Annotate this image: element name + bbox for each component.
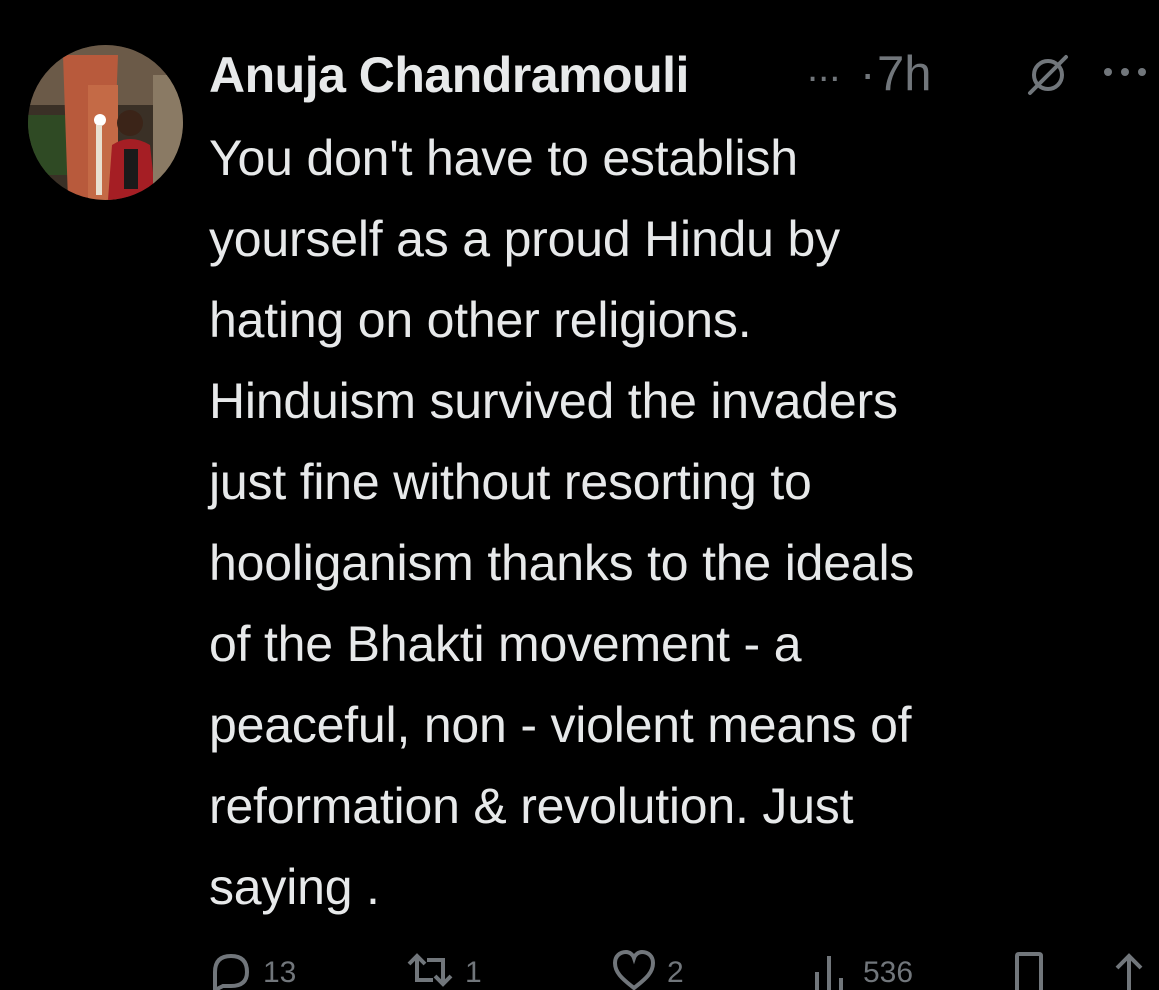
name-truncation: ... <box>807 46 841 90</box>
like-icon <box>612 950 656 990</box>
more-icon[interactable] <box>1101 54 1149 90</box>
tweet-actions: 13 1 2 536 <box>209 950 1149 990</box>
repost-count: 1 <box>465 956 482 989</box>
reply-button[interactable]: 13 <box>209 950 296 990</box>
tweet-text-line: yourself as a proud Hindu by <box>209 211 840 267</box>
avatar-photo-icon <box>28 45 183 200</box>
tweet-text-line: saying . <box>209 859 380 915</box>
bookmark-icon <box>1015 952 1043 990</box>
tweet-timestamp[interactable]: 7h <box>877 46 932 102</box>
bookmark-button[interactable] <box>1009 950 1049 990</box>
author-avatar[interactable] <box>28 45 183 200</box>
separator-dot: · <box>860 47 876 99</box>
tweet-text-line: reformation & revolution. Just <box>209 778 854 834</box>
repost-icon <box>407 953 453 987</box>
views-button[interactable]: 536 <box>809 950 913 990</box>
author-name[interactable]: Anuja Chandramouli <box>209 46 689 104</box>
tweet-text: You don't have to establish yourself as … <box>209 118 1129 928</box>
tweet-text-line: You don't have to establish <box>209 130 798 186</box>
tweet-text-line: Hinduism survived the invaders <box>209 373 898 429</box>
tweet-text-line: peaceful, non - violent means of <box>209 697 912 753</box>
grok-icon[interactable] <box>1023 50 1073 100</box>
reply-count: 13 <box>263 956 297 989</box>
tweet-text-line: of the Bhakti movement - a <box>209 616 802 672</box>
tweet-text-line: just fine without resorting to <box>209 454 812 510</box>
views-icon <box>815 956 843 990</box>
share-button[interactable] <box>1109 950 1149 990</box>
tweet-text-line: hating on other religions. <box>209 292 752 348</box>
views-count: 536 <box>863 956 914 989</box>
tweet-text-line: hooliganism thanks to the ideals <box>209 535 915 591</box>
repost-button[interactable]: 1 <box>405 950 482 990</box>
like-button[interactable]: 2 <box>611 950 684 990</box>
reply-icon <box>213 953 250 990</box>
like-count: 2 <box>667 956 684 989</box>
tweet-header: Anuja Chandramouli ... · 7h <box>209 42 1149 108</box>
share-icon <box>1115 953 1143 990</box>
